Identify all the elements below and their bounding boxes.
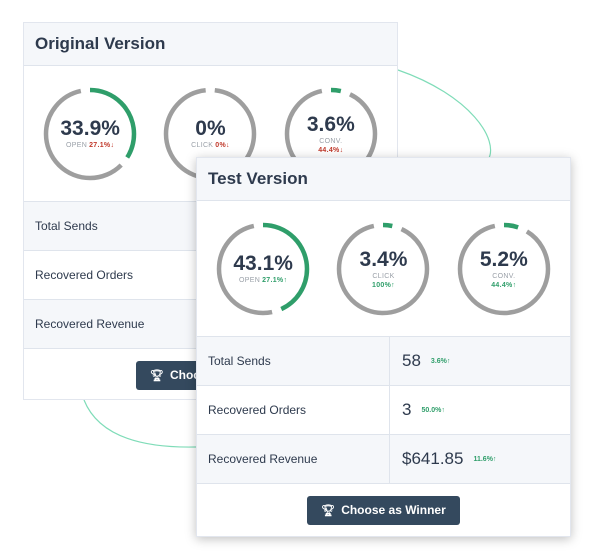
row-value: $641.85	[402, 449, 464, 468]
button-label: Choose as Winner	[341, 503, 446, 517]
row-value: 3	[402, 400, 412, 419]
gauge-label: OPEN	[66, 142, 88, 149]
card-header: Test Version	[197, 158, 570, 201]
row-change: 50.0%↑	[421, 406, 445, 414]
click-rate-gauge: 3.4% CLICK 100%↑	[335, 221, 431, 317]
conversion-rate-gauge: 5.2% CONV. 44.4%↑	[456, 221, 552, 317]
gauge-value: 0%	[195, 117, 226, 140]
row-label: Recovered Orders	[197, 386, 390, 434]
test-version-card: Test Version 43.1% OPEN 27.1%↑ 3.4% CLIC…	[196, 157, 571, 537]
trophy-icon: 🏆︎	[321, 504, 336, 517]
gauge-label: OPEN	[239, 277, 261, 284]
table-row: Total Sends 58 3.6%↑	[197, 337, 570, 386]
table-row: Recovered Revenue $641.85 11.6%↑	[197, 435, 570, 484]
gauge-label: CONV.	[492, 272, 516, 280]
card-title: Original Version	[35, 34, 166, 53]
row-label: Total Sends	[24, 202, 217, 250]
gauge-change: 44.4%↑	[491, 281, 517, 289]
row-label: Recovered Orders	[24, 251, 217, 299]
gauge-value: 3.4%	[359, 247, 408, 271]
open-rate-gauge: 43.1% OPEN 27.1%↑	[215, 221, 311, 317]
gauge-value: 3.6%	[306, 112, 355, 136]
row-label: Recovered Revenue	[24, 300, 217, 348]
gauge-change: 27.1%↓	[89, 142, 115, 149]
gauges-row: 43.1% OPEN 27.1%↑ 3.4% CLICK 100%↑ 5.2%	[197, 201, 570, 336]
gauge-label: CLICK	[372, 272, 395, 280]
gauge-label: CONV.	[319, 137, 343, 145]
gauge-change: 0%↓	[215, 142, 230, 149]
gauge-value: 43.1%	[233, 252, 293, 275]
choose-winner-button[interactable]: 🏆︎ Choose as Winner	[307, 495, 460, 525]
row-label: Total Sends	[197, 337, 390, 385]
row-change: 3.6%↑	[430, 357, 451, 365]
table-row: Recovered Orders 3 50.0%↑	[197, 386, 570, 435]
gauge-value: 33.9%	[60, 117, 120, 140]
stats-table: Total Sends 58 3.6%↑ Recovered Orders 3 …	[197, 336, 570, 484]
row-change: 11.6%↑	[473, 455, 497, 463]
open-rate-gauge: 33.9% OPEN 27.1%↓	[42, 86, 138, 182]
card-title: Test Version	[208, 169, 308, 188]
gauge-value: 5.2%	[479, 247, 528, 271]
row-label: Recovered Revenue	[197, 435, 390, 483]
row-value: 58	[402, 351, 421, 370]
trophy-icon: 🏆︎	[150, 369, 164, 382]
gauge-change: 100%↑	[372, 281, 395, 289]
gauge-change: 27.1%↑	[262, 277, 288, 284]
gauge-label: CLICK	[191, 142, 214, 149]
card-header: Original Version	[24, 23, 397, 66]
gauge-change: 44.4%↓	[318, 146, 344, 154]
